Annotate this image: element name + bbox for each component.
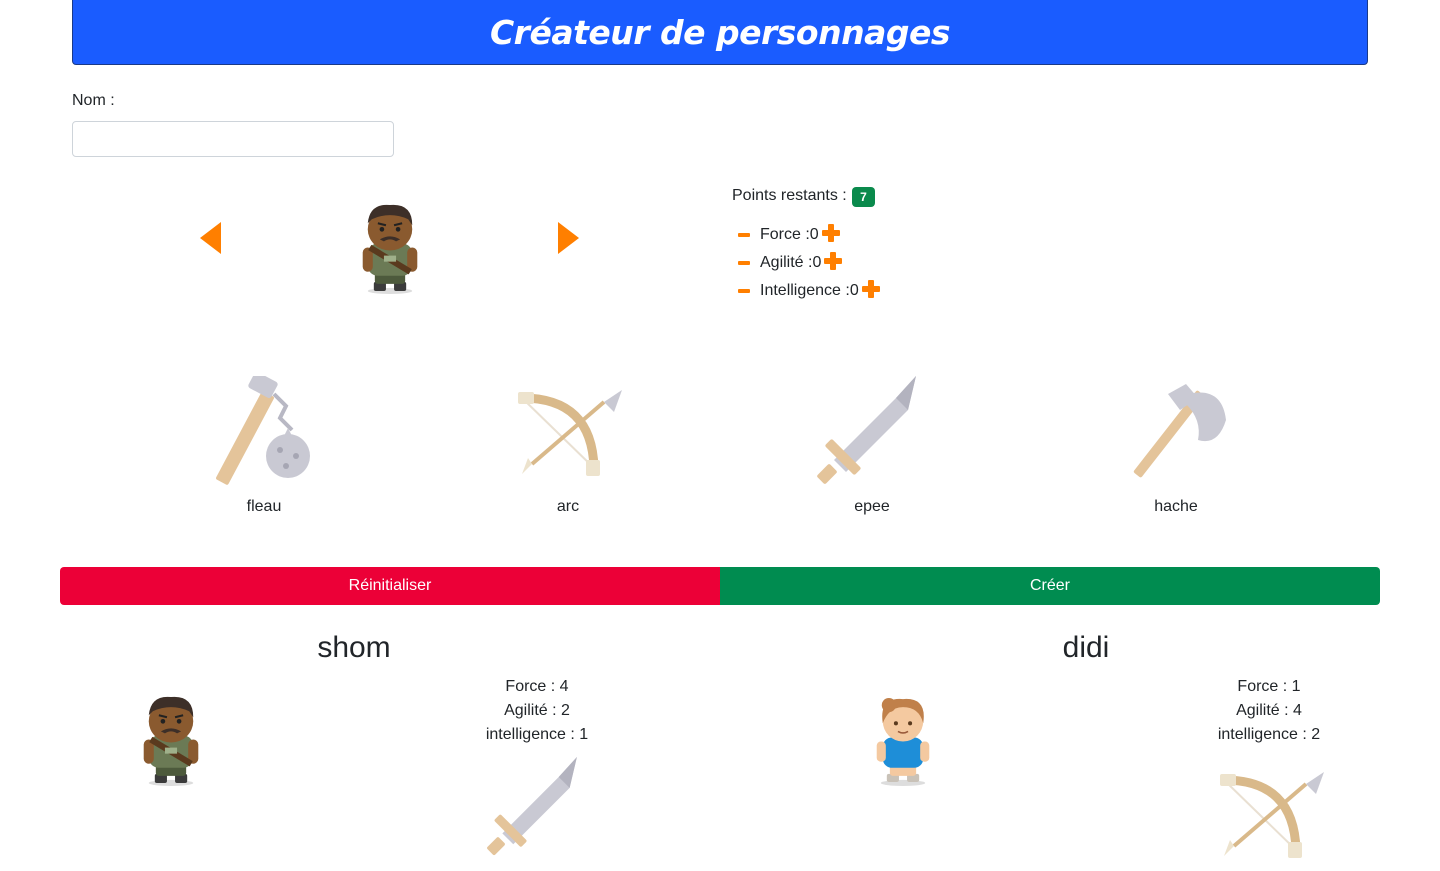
stat-row-force: Force :0 (738, 223, 841, 247)
character-stat: Agilité : 4 (1236, 702, 1302, 719)
stat-value: 0 (812, 254, 822, 271)
plus-icon[interactable] (821, 223, 841, 248)
stat-value: 0 (849, 282, 859, 299)
character-stat: intelligence : 2 (1217, 726, 1321, 743)
plus-icon[interactable] (861, 279, 881, 304)
caret-left-icon (200, 222, 221, 254)
stat-label: Agilité : (760, 254, 813, 271)
stat-label: Intelligence : (760, 282, 850, 299)
reset-button[interactable]: Réinitialiser (60, 567, 720, 605)
flail-icon (208, 376, 318, 486)
weapon-label: fleau (246, 498, 282, 515)
points-remaining-label: Points restants : (732, 187, 847, 204)
minus-icon[interactable] (738, 289, 750, 293)
character-preview (359, 201, 421, 299)
weapon-option-flail[interactable] (208, 376, 318, 491)
sword-icon (486, 757, 586, 857)
character-name: didi (1062, 631, 1110, 664)
character-name: shom (317, 631, 391, 664)
stat-row-agility: Agilité :0 (738, 251, 843, 275)
page-title: Créateur de personnages (489, 12, 951, 52)
plus-icon[interactable] (823, 251, 843, 276)
weapon-option-sword[interactable] (816, 376, 926, 491)
previous-character-button[interactable] (200, 222, 222, 259)
character-stat: intelligence : 1 (485, 726, 589, 743)
minus-icon[interactable] (738, 261, 750, 265)
name-input[interactable] (72, 121, 394, 157)
character-stat: Force : 1 (1237, 678, 1301, 695)
points-remaining-badge: 7 (852, 187, 875, 207)
sword-icon (816, 376, 926, 486)
bow-icon (1214, 766, 1326, 866)
stat-label: Force : (760, 226, 810, 243)
warrior-icon (359, 201, 421, 294)
character-avatar (872, 693, 934, 791)
next-character-button[interactable] (558, 222, 580, 259)
create-button[interactable]: Créer (720, 567, 1380, 605)
axe-icon (1118, 380, 1228, 480)
name-label: Nom : (72, 92, 115, 109)
weapon-label: epee (854, 498, 890, 515)
weapon-label: arc (556, 498, 580, 515)
character-weapon (1214, 766, 1326, 871)
character-avatar (140, 693, 202, 791)
weapon-label: hache (1154, 498, 1198, 515)
character-stat: Agilité : 2 (504, 702, 570, 719)
weapon-option-axe[interactable] (1118, 380, 1228, 485)
minus-icon[interactable] (738, 233, 750, 237)
header-bar: Créateur de personnages (72, 0, 1368, 65)
character-stat: Force : 4 (505, 678, 569, 695)
stat-row-intelligence: Intelligence :0 (738, 279, 881, 303)
warrior-icon (140, 693, 202, 786)
stat-value: 0 (809, 226, 819, 243)
girl-icon (872, 693, 934, 786)
caret-right-icon (558, 222, 579, 254)
bow-icon (512, 384, 624, 484)
weapon-option-bow[interactable] (512, 384, 624, 489)
character-weapon (486, 757, 586, 862)
